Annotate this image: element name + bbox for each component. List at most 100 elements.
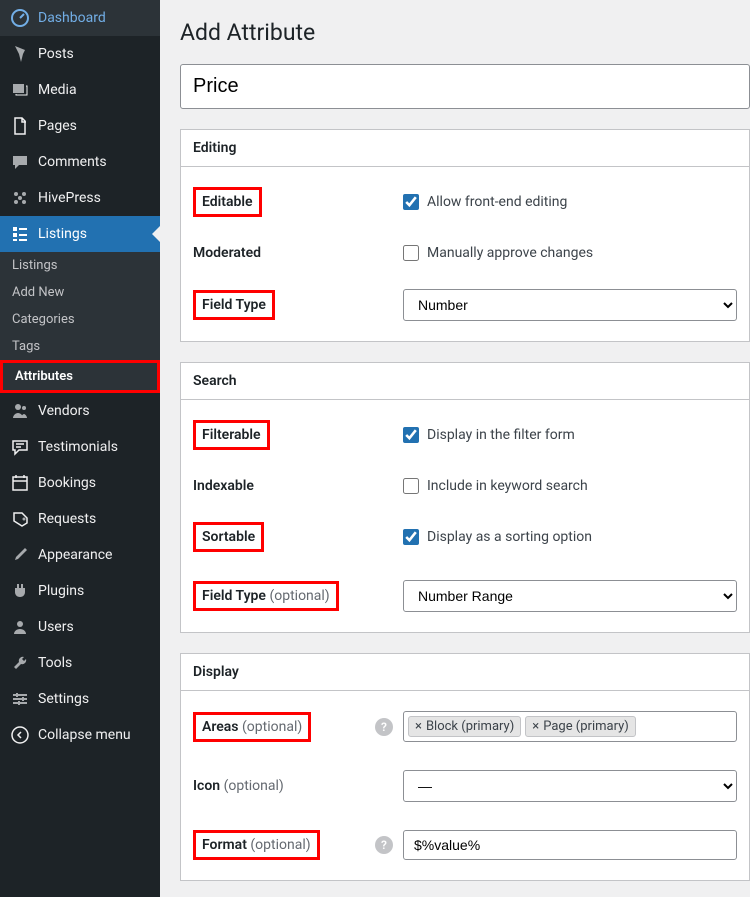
token-block-primary[interactable]: ×Block (primary) <box>408 716 521 737</box>
label-editable: Editable <box>193 187 262 217</box>
sidebar-item-label: HivePress <box>38 190 101 206</box>
dashboard-icon <box>10 8 30 28</box>
input-format[interactable] <box>403 830 737 860</box>
section-search: Search Filterable Display in the filter … <box>180 362 750 633</box>
token-page-primary[interactable]: ×Page (primary) <box>525 716 636 737</box>
sidebar-item-label: Comments <box>38 154 107 170</box>
checkbox-editable[interactable] <box>403 194 419 210</box>
sidebar-item-label: Testimonials <box>38 439 118 455</box>
settings-icon <box>10 689 30 709</box>
checkbox-indexable[interactable] <box>403 478 419 494</box>
section-header-editing: Editing <box>181 130 749 167</box>
sidebar-item-settings[interactable]: Settings <box>0 681 160 717</box>
sidebar-item-tools[interactable]: Tools <box>0 645 160 681</box>
help-icon[interactable]: ? <box>375 836 393 854</box>
sidebar-item-label: Tools <box>38 655 72 671</box>
sub-item-listings[interactable]: Listings <box>0 252 160 279</box>
checkbox-label-editable: Allow front-end editing <box>427 194 567 210</box>
checkbox-moderated[interactable] <box>403 245 419 261</box>
token-remove-icon[interactable]: × <box>415 719 422 734</box>
row-filterable: Filterable Display in the filter form <box>181 406 749 464</box>
hivepress-icon <box>10 188 30 208</box>
label-editing-fieldtype: Field Type <box>193 290 275 320</box>
checkbox-label-moderated: Manually approve changes <box>427 245 593 261</box>
pin-icon <box>10 44 30 64</box>
sidebar-item-collapse[interactable]: Collapse menu <box>0 717 160 753</box>
sub-item-attributes[interactable]: Attributes <box>3 363 157 390</box>
checkbox-label-sortable: Display as a sorting option <box>427 529 592 545</box>
sidebar-item-testimonials[interactable]: Testimonials <box>0 429 160 465</box>
admin-sidebar: Dashboard Posts Media Pages Comments Hiv… <box>0 0 160 897</box>
sidebar-submenu: Listings Add New Categories Tags Attribu… <box>0 252 160 393</box>
sidebar-item-label: Vendors <box>38 403 90 419</box>
sidebar-item-label: Plugins <box>38 583 84 599</box>
sidebar-item-listings[interactable]: Listings <box>0 216 160 252</box>
sidebar-item-label: Posts <box>38 46 74 62</box>
plugin-icon <box>10 581 30 601</box>
select-editing-fieldtype[interactable]: Number <box>403 289 737 321</box>
section-display: Display Areas (optional)? ×Block (primar… <box>180 653 750 881</box>
page-icon <box>10 116 30 136</box>
sub-item-tags[interactable]: Tags <box>0 333 160 360</box>
checkbox-sortable[interactable] <box>403 529 419 545</box>
sidebar-item-pages[interactable]: Pages <box>0 108 160 144</box>
sidebar-item-appearance[interactable]: Appearance <box>0 537 160 573</box>
label-format: Format (optional) <box>193 830 320 860</box>
sidebar-item-plugins[interactable]: Plugins <box>0 573 160 609</box>
testimonials-icon <box>10 437 30 457</box>
section-header-display: Display <box>181 654 749 691</box>
label-indexable: Indexable <box>193 478 254 494</box>
row-format: Format (optional)? <box>181 816 749 874</box>
sidebar-item-bookings[interactable]: Bookings <box>0 465 160 501</box>
label-moderated: Moderated <box>193 245 261 261</box>
sidebar-item-dashboard[interactable]: Dashboard <box>0 0 160 36</box>
sidebar-item-comments[interactable]: Comments <box>0 144 160 180</box>
row-sortable: Sortable Display as a sorting option <box>181 508 749 566</box>
sidebar-item-label: Collapse menu <box>38 727 131 743</box>
main-content: Add Attribute Editing Editable Allow fro… <box>160 0 750 897</box>
page-title: Add Attribute <box>180 10 750 50</box>
label-areas: Areas (optional) <box>193 712 311 742</box>
user-icon <box>10 617 30 637</box>
checkbox-label-filterable: Display in the filter form <box>427 427 575 443</box>
vendors-icon <box>10 401 30 421</box>
help-icon[interactable]: ? <box>375 718 393 736</box>
section-editing: Editing Editable Allow front-end editing… <box>180 129 750 342</box>
sidebar-item-label: Media <box>38 82 77 98</box>
calendar-icon <box>10 473 30 493</box>
sidebar-item-label: Listings <box>38 226 87 242</box>
areas-token-field[interactable]: ×Block (primary) ×Page (primary) <box>403 711 737 742</box>
checkbox-filterable[interactable] <box>403 427 419 443</box>
label-filterable: Filterable <box>193 420 270 450</box>
listings-icon <box>10 224 30 244</box>
sidebar-item-label: Users <box>38 619 74 635</box>
row-editable: Editable Allow front-end editing <box>181 173 749 231</box>
token-remove-icon[interactable]: × <box>532 719 539 734</box>
row-indexable: Indexable Include in keyword search <box>181 464 749 508</box>
wrench-icon <box>10 653 30 673</box>
label-sortable: Sortable <box>193 522 264 552</box>
media-icon <box>10 80 30 100</box>
requests-icon <box>10 509 30 529</box>
sidebar-item-vendors[interactable]: Vendors <box>0 393 160 429</box>
select-search-fieldtype[interactable]: Number Range <box>403 580 737 612</box>
sidebar-item-label: Settings <box>38 691 89 707</box>
attribute-name-input[interactable] <box>180 64 750 109</box>
sidebar-item-posts[interactable]: Posts <box>0 36 160 72</box>
sidebar-item-label: Requests <box>38 511 96 527</box>
comment-icon <box>10 152 30 172</box>
sidebar-item-users[interactable]: Users <box>0 609 160 645</box>
sidebar-item-requests[interactable]: Requests <box>0 501 160 537</box>
row-areas: Areas (optional)? ×Block (primary) ×Page… <box>181 697 749 756</box>
label-search-fieldtype: Field Type (optional) <box>193 581 339 611</box>
select-icon[interactable]: — <box>403 770 737 802</box>
brush-icon <box>10 545 30 565</box>
sidebar-item-label: Bookings <box>38 475 96 491</box>
sub-item-categories[interactable]: Categories <box>0 306 160 333</box>
sidebar-item-hivepress[interactable]: HivePress <box>0 180 160 216</box>
sidebar-item-media[interactable]: Media <box>0 72 160 108</box>
checkbox-label-indexable: Include in keyword search <box>427 478 588 494</box>
sub-item-add-new[interactable]: Add New <box>0 279 160 306</box>
row-moderated: Moderated Manually approve changes <box>181 231 749 275</box>
row-icon: Icon (optional) — <box>181 756 749 816</box>
